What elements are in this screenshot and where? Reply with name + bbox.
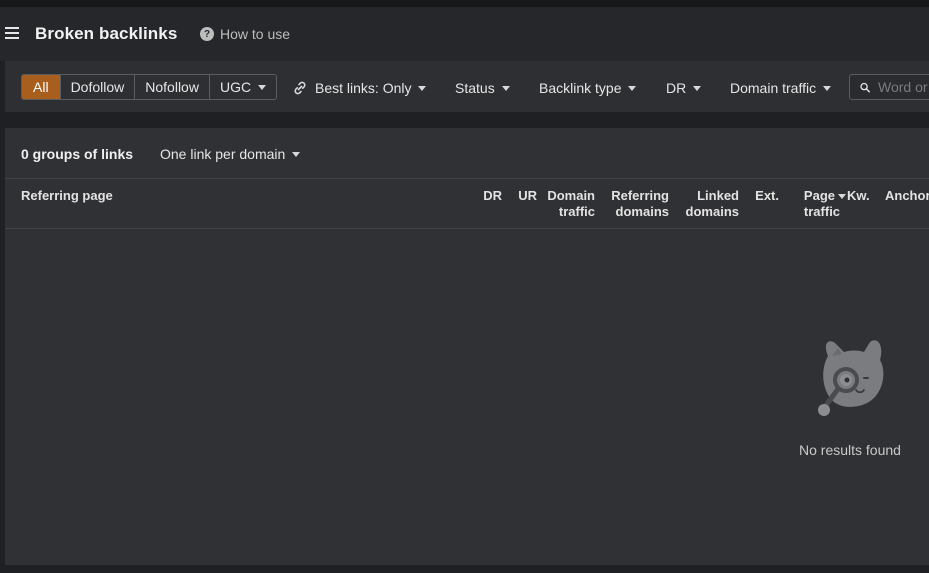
section-gap — [5, 112, 929, 128]
menu-icon[interactable] — [5, 27, 19, 39]
segment-ugc-label: UGC — [219, 79, 252, 95]
column-page-traffic[interactable]: Page traffic — [804, 188, 846, 220]
domain-traffic-label: Domain traffic — [730, 80, 817, 96]
dr-label: DR — [666, 80, 687, 96]
chevron-down-icon — [418, 85, 427, 91]
how-to-use-label: How to use — [220, 26, 291, 42]
grouping-label: One link per domain — [160, 146, 286, 162]
page-title: Broken backlinks — [35, 24, 178, 43]
empty-state: No results found — [799, 338, 901, 458]
chevron-down-icon — [501, 85, 510, 91]
top-strip — [0, 0, 929, 7]
chevron-down-icon — [693, 85, 702, 91]
results-panel: 0 groups of links One link per domain Re… — [5, 128, 929, 565]
best-links-label: Best links: Only — [315, 80, 412, 96]
search-icon — [860, 82, 870, 92]
sort-desc-icon — [838, 194, 846, 200]
column-linked-domains-line2: domains — [685, 204, 739, 219]
dr-filter[interactable]: DR — [666, 80, 702, 96]
chevron-down-icon — [823, 85, 832, 91]
column-page-traffic-line2: traffic — [803, 204, 841, 219]
column-domain-traffic[interactable]: Domain traffic — [547, 188, 595, 220]
column-referring-page[interactable]: Referring page — [21, 188, 113, 204]
chevron-down-icon — [292, 151, 301, 157]
chevron-down-icon — [258, 84, 267, 90]
table-header: Referring page DR UR Domain traffic Refe… — [5, 178, 929, 229]
segment-ugc[interactable]: UGC — [210, 75, 276, 99]
column-dr[interactable]: DR — [483, 188, 502, 204]
filter-bar: All Dofollow Nofollow UGC Best links: On… — [5, 61, 929, 112]
chevron-down-icon — [628, 85, 637, 91]
grouping-dropdown[interactable]: One link per domain — [160, 146, 301, 162]
link-type-segmented-control: All Dofollow Nofollow UGC — [21, 74, 278, 100]
groups-count: 0 groups of links — [21, 146, 134, 162]
mascot-magnifier-icon — [818, 340, 884, 416]
how-to-use-link[interactable]: ? How to use — [200, 26, 290, 42]
status-label: Status — [455, 80, 495, 96]
column-page-traffic-line1: Page — [803, 188, 835, 203]
link-icon — [294, 81, 306, 95]
column-ur[interactable]: UR — [518, 188, 537, 204]
column-domain-traffic-line1: Domain — [547, 188, 595, 203]
column-referring-domains[interactable]: Referring domains — [611, 188, 669, 220]
column-domain-traffic-line2: traffic — [558, 204, 595, 219]
column-anchor[interactable]: Anchor — [885, 188, 929, 204]
column-linked-domains[interactable]: Linked domains — [686, 188, 739, 220]
no-results-message: No results found — [799, 442, 901, 458]
search-input[interactable] — [878, 79, 929, 95]
bottom-strip — [0, 565, 929, 573]
page-header: Broken backlinks ? How to use — [0, 7, 929, 61]
help-icon: ? — [200, 27, 214, 41]
backlink-type-label: Backlink type — [539, 80, 622, 96]
backlink-type-filter[interactable]: Backlink type — [539, 80, 637, 96]
best-links-filter[interactable]: Best links: Only — [293, 80, 427, 96]
status-filter[interactable]: Status — [455, 80, 510, 96]
domain-traffic-filter[interactable]: Domain traffic — [730, 80, 832, 96]
column-referring-domains-line2: domains — [615, 204, 669, 219]
column-linked-domains-line1: Linked — [697, 188, 739, 203]
segment-dofollow[interactable]: Dofollow — [61, 75, 136, 99]
column-referring-domains-line1: Referring — [611, 188, 669, 203]
column-ext[interactable]: Ext. — [755, 188, 779, 204]
segment-nofollow[interactable]: Nofollow — [135, 75, 210, 99]
column-kw[interactable]: Kw. — [847, 188, 870, 204]
search-box — [849, 74, 929, 100]
segment-all[interactable]: All — [22, 75, 61, 99]
